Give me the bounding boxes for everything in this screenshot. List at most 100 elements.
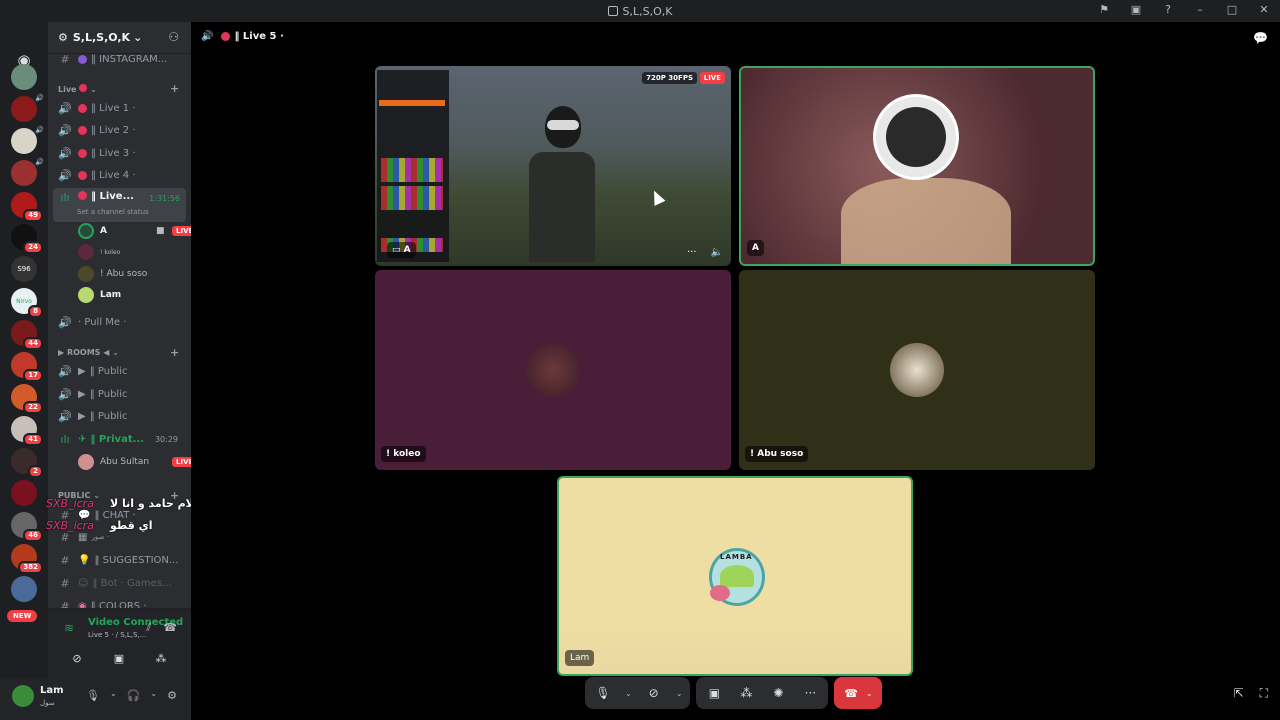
channel-live-4[interactable]: 🔊 ‖ Live 4 ·	[58, 166, 136, 184]
overlay-message: اي قطو	[110, 519, 153, 532]
server-icon[interactable]: S96	[11, 256, 37, 282]
channel-label: ‖ Live 4 ·	[91, 169, 136, 181]
chevron-down-icon: ⌄	[112, 348, 119, 357]
channel-public-2[interactable]: 🔊 ▶ ‖ Public	[58, 385, 127, 403]
disconnect-icon[interactable]: ☎	[163, 621, 177, 635]
avatar	[526, 343, 580, 397]
speaker-icon: 🔊	[35, 158, 44, 166]
voice-user-name: ! Abu soso	[100, 269, 148, 279]
chat-toggle-icon[interactable]: 💬	[1253, 31, 1268, 45]
notification-badge: 2	[28, 465, 43, 478]
server-icon[interactable]	[11, 576, 37, 602]
soundboard-icon[interactable]: ✺	[768, 686, 788, 700]
server-icon[interactable]: 49	[11, 192, 43, 222]
screen-icon[interactable]: ▣	[1128, 3, 1144, 16]
new-badge[interactable]: NEW	[7, 610, 38, 622]
help-icon[interactable]: ?	[1160, 3, 1176, 16]
live-dot-icon	[221, 32, 231, 41]
server-icon[interactable]: 41	[11, 416, 43, 446]
screen-share-icon[interactable]: ▣	[704, 686, 724, 700]
maximize-icon[interactable]: □	[1224, 3, 1240, 16]
server-icon[interactable]: 22	[11, 384, 43, 414]
voice-user[interactable]: A ■ LIVE	[78, 222, 191, 240]
username[interactable]: Lam	[40, 685, 64, 696]
category-rooms[interactable]: ▶ ROOMS ◀ ⌄ +	[58, 346, 179, 359]
voice-user[interactable]: Lam	[78, 286, 121, 304]
chevron-down-icon[interactable]: ⌄	[676, 689, 683, 698]
voice-user[interactable]: ! Abu soso	[78, 265, 147, 283]
close-icon[interactable]: ✕	[1256, 3, 1272, 16]
voice-user[interactable]: ! koleo	[78, 243, 120, 261]
chevron-down-icon[interactable]: ⌄	[110, 689, 117, 702]
server-icon[interactable]	[11, 480, 37, 506]
server-icon-label: S96	[17, 265, 31, 273]
live-badge: LIVE	[699, 72, 725, 84]
volume-icon[interactable]: 🔈	[711, 247, 723, 258]
channel-live-5[interactable]: ılı ‖ Live... 1:31:56 Set a channel statu…	[53, 188, 186, 222]
more-options-icon[interactable]: ···	[800, 686, 820, 700]
more-options-icon[interactable]: ···	[687, 247, 697, 258]
fullscreen-icon[interactable]: ⛶	[1260, 686, 1268, 701]
server-icon[interactable]: 44	[11, 320, 43, 350]
add-channel-icon[interactable]: +	[170, 346, 179, 359]
activities-icon[interactable]: ⁂	[150, 647, 172, 669]
server-icon[interactable]: 2	[11, 448, 43, 478]
stream-tile-a[interactable]: 720P 30FPS LIVE ▭ A ··· 🔈	[375, 66, 731, 266]
add-member-icon[interactable]: ⚇	[168, 30, 179, 44]
activities-icon[interactable]: ⁂	[736, 686, 756, 700]
channel-live-3[interactable]: 🔊 ‖ Live 3 ·	[58, 144, 135, 162]
headphones-icon[interactable]: 🎧	[127, 689, 141, 702]
pop-out-icon[interactable]: ⇱	[1234, 686, 1244, 701]
chevron-down-icon[interactable]: ⌄	[625, 689, 632, 698]
color-swatch-grid	[381, 158, 443, 182]
channel-public-3[interactable]: 🔊 ▶ ‖ Public	[58, 407, 127, 425]
server-icon[interactable]: 🔊	[11, 126, 44, 154]
add-channel-icon[interactable]: +	[170, 82, 179, 95]
settings-gear-icon[interactable]: ⚙	[167, 689, 177, 702]
participant-tile-koleo[interactable]: ! koleo	[375, 270, 731, 470]
channel-instagram[interactable]: # ‖ INSTAGRAM...	[58, 50, 167, 68]
minimize-icon[interactable]: –	[1192, 3, 1208, 16]
screen-share-icon[interactable]: ▣	[108, 647, 130, 669]
server-icon[interactable]: 🔊	[11, 158, 44, 186]
noise-suppression-icon[interactable]: ⫽	[146, 621, 151, 635]
channel-status[interactable]: Set a channel status	[77, 208, 149, 216]
microphone-icon[interactable]: 🎙	[593, 686, 613, 700]
avatar[interactable]	[12, 685, 34, 707]
server-icon[interactable]	[11, 64, 37, 90]
live-badge: LIVE	[172, 226, 191, 236]
chevron-down-icon[interactable]: ⌄	[866, 689, 873, 698]
voice-channel-link[interactable]: Live 5 · / S,L,S,...	[88, 631, 146, 639]
microphone-icon[interactable]: 🎙	[86, 689, 100, 702]
disconnect-button[interactable]: ☎ ⌄	[834, 677, 883, 709]
voice-user[interactable]: Abu Sultan LIVE	[78, 453, 191, 471]
chevron-down-icon[interactable]: ⌄	[150, 689, 157, 702]
signal-icon[interactable]: ≋	[64, 621, 74, 635]
camera-off-icon[interactable]: ⊘	[644, 686, 664, 700]
tile-name-tag: Lam	[565, 650, 595, 666]
camera-off-icon[interactable]: ⊘	[66, 647, 88, 669]
server-icon[interactable]: 17	[11, 352, 43, 382]
server-icon[interactable]: 46	[11, 512, 43, 542]
camera-tile-a[interactable]: A	[739, 66, 1095, 266]
participant-tile-lam[interactable]: LAMBA Lam	[557, 476, 913, 676]
server-icon[interactable]: Nirvo 8	[11, 288, 43, 318]
speaker-icon: 🔊	[58, 409, 72, 423]
live-dot-icon	[78, 191, 87, 200]
channel-pull-me[interactable]: 🔊 · Pull Me ·	[58, 313, 126, 331]
channel-live-1[interactable]: 🔊 ‖ Live 1 ·	[58, 99, 135, 117]
server-icon[interactable]: 24	[11, 224, 43, 254]
server-icon[interactable]: 🔊	[11, 94, 44, 122]
notification-badge: 44	[23, 337, 43, 350]
channel-suggestion[interactable]: # 💡 ‖ SUGGESTION...	[58, 551, 178, 569]
participant-tile-abu-soso[interactable]: ! Abu soso	[739, 270, 1095, 470]
channel-private[interactable]: ılı ✈ ‖ Privat... 30:29	[58, 430, 184, 448]
channel-live-2[interactable]: 🔊 ‖ Live 2 ·	[58, 121, 135, 139]
server-icon[interactable]: 382	[11, 544, 43, 574]
flag-icon[interactable]: ⚑	[1096, 3, 1112, 16]
channel-bot-games[interactable]: # ☺ ‖ Bot · Games...	[58, 574, 171, 592]
category-live[interactable]: Live ⌄ +	[58, 82, 179, 95]
avatar: LAMBA	[709, 548, 765, 606]
channel-public-1[interactable]: 🔊 ▶ ‖ Public	[58, 362, 127, 380]
logo-text: LAMBA	[720, 553, 753, 561]
